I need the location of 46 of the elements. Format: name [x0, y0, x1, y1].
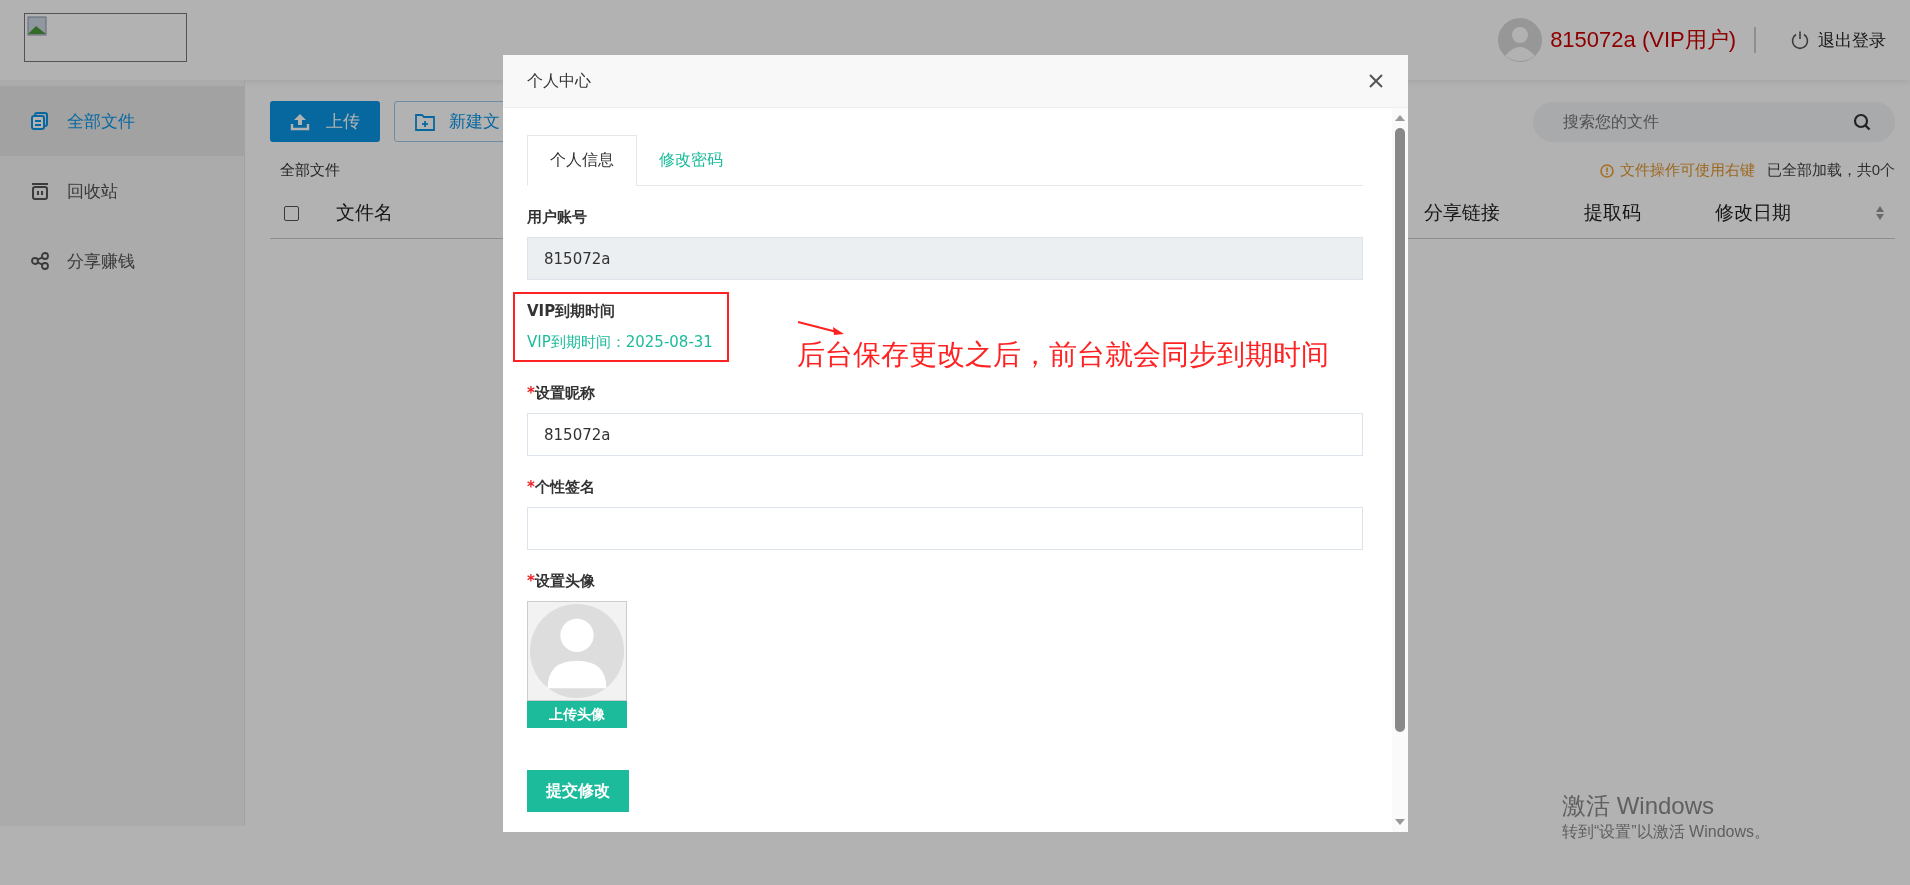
info-icon — [1599, 163, 1614, 178]
tab[interactable]: 个人信息 — [527, 135, 637, 186]
upload-icon — [290, 112, 310, 131]
user-avatar-icon[interactable] — [1498, 18, 1543, 62]
annotation-text: 后台保存更改之后，前台就会同步到期时间 — [797, 340, 1329, 371]
input-field[interactable]: 815072a — [527, 413, 1363, 456]
avatar-placeholder-icon — [527, 601, 627, 701]
dialog-title: 个人中心 — [527, 70, 591, 92]
column-header: 文件名 — [336, 201, 393, 225]
user-name[interactable]: 815072a (VIP用户) — [1550, 25, 1736, 55]
folder-plus-icon — [415, 112, 435, 131]
scrollbar[interactable] — [1392, 108, 1408, 832]
account-field[interactable]: 815072a — [527, 237, 1363, 280]
field-label: 用户账号 — [527, 208, 588, 227]
sidebar-item[interactable]: 分享赚钱 — [0, 226, 244, 296]
search-icon — [1853, 112, 1871, 131]
sidebar-item[interactable]: 回收站 — [0, 156, 244, 226]
close-icon[interactable] — [1368, 73, 1384, 89]
share-icon — [31, 252, 49, 270]
scroll-down-icon[interactable] — [1394, 818, 1406, 826]
sort-icon[interactable] — [1875, 205, 1885, 221]
activation-title: 激活 Windows — [1562, 791, 1715, 821]
logout-button[interactable]: 退出登录 — [1790, 28, 1886, 52]
field-label: *设置头像 — [527, 572, 596, 591]
column-header: 分享链接 — [1424, 201, 1500, 225]
breadcrumb[interactable]: 全部文件 — [280, 161, 340, 180]
hint-text: 文件操作可使用右键 — [1619, 161, 1755, 180]
vip-expiry-text: VIP到期时间：2025-08-31 — [527, 333, 713, 352]
tab[interactable]: 修改密码 — [637, 135, 745, 186]
column-header: 修改日期 — [1715, 201, 1791, 225]
field-label: VIP到期时间 — [527, 302, 617, 321]
field-label: *设置昵称 — [527, 384, 596, 403]
scroll-up-icon[interactable] — [1394, 114, 1406, 122]
trash-icon — [31, 182, 49, 200]
column-header: 提取码 — [1584, 201, 1641, 225]
select-all-checkbox[interactable] — [284, 205, 299, 221]
power-icon — [1790, 30, 1810, 50]
search-field[interactable]: 搜索您的文件 — [1533, 101, 1895, 142]
input-field[interactable] — [527, 507, 1363, 550]
field-label: *个性签名 — [527, 478, 596, 497]
files-icon — [31, 112, 49, 130]
load-status: 已全部加载，共0个 — [1766, 161, 1895, 180]
upload-button[interactable]: 上传 — [270, 101, 380, 142]
activation-subtitle: 转到“设置”以激活 Windows。 — [1562, 822, 1770, 842]
broken-image-icon — [24, 13, 187, 62]
annotation-arrow — [797, 320, 845, 336]
